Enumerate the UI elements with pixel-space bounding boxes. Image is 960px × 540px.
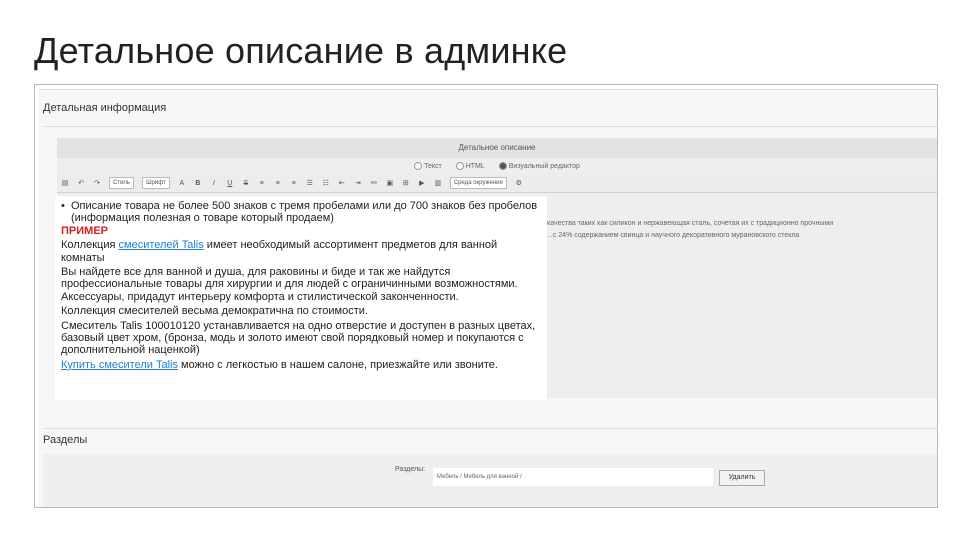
radio-icon	[455, 162, 464, 170]
numbered-list-icon[interactable]: ☷	[320, 179, 332, 187]
section-header-detail: Детальная информация	[43, 102, 167, 114]
link-icon[interactable]: ⚯	[368, 179, 380, 187]
settings-icon[interactable]: ⚙	[513, 179, 525, 187]
environment-select[interactable]: Среда окружения	[449, 177, 507, 189]
video-icon[interactable]: ▶	[416, 179, 428, 187]
paragraph-buy: Купить смесители Talis можно с легкостью…	[61, 358, 498, 371]
align-left-icon[interactable]: ≡	[256, 180, 268, 187]
image-icon[interactable]: ▣	[384, 179, 396, 187]
slide-title: Детальное описание в админке	[34, 30, 568, 71]
mode-visual[interactable]: Визуальный редактор	[498, 162, 580, 170]
preview-line: качества таких как силикон и нержавеющая…	[547, 220, 834, 227]
indent-icon[interactable]: ⇥	[352, 179, 364, 187]
font-size-icon[interactable]: A	[176, 180, 188, 187]
divider	[43, 126, 937, 127]
mode-html[interactable]: HTML	[455, 162, 485, 170]
requirement-bullet: • Описание товара не более 500 знаков с …	[61, 200, 538, 225]
bold-button[interactable]: B	[192, 180, 204, 187]
visual-editor-area[interactable]: • Описание товара не более 500 знаков с …	[55, 196, 547, 400]
paragraph-price: Коллекция смесителей весьма демократична…	[61, 305, 368, 318]
link-talis-mixers[interactable]: смесителей Talis	[119, 239, 204, 251]
sections-label: Разделы:	[395, 466, 426, 473]
redo-icon[interactable]: ↷	[91, 179, 103, 187]
section-header-sections: Разделы	[43, 434, 88, 446]
paragraph-mixer-info: Смеситель Talis 100010120 устанавливаетс…	[61, 319, 536, 357]
toolbar-handle-icon[interactable]: ▤	[59, 179, 71, 187]
outdent-icon[interactable]: ⇤	[336, 179, 348, 187]
link-buy-talis[interactable]: Купить смесители Talis	[61, 359, 178, 371]
table-icon[interactable]: ⊞	[400, 179, 412, 187]
source-text-preview: качества таких как силикон и нержавеющая…	[547, 218, 927, 242]
radio-checked-icon	[498, 162, 507, 170]
font-select[interactable]: Шрифт	[142, 177, 170, 189]
paragraph-collection: Коллекция смесителей Talis имеет необход…	[61, 239, 498, 264]
sections-area: Разделы: Мебель / Мебель для ванной / Уд…	[43, 454, 937, 507]
radio-icon	[414, 162, 423, 170]
preview-line: ...с 24% содержанием свинца и научного д…	[547, 232, 800, 239]
undo-icon[interactable]: ↶	[75, 179, 87, 187]
example-label: ПРИМЕР	[61, 224, 108, 237]
divider	[43, 428, 937, 429]
list-icon[interactable]: ☰	[304, 179, 316, 187]
section-path-field[interactable]: Мебель / Мебель для ванной /	[433, 468, 713, 486]
align-center-icon[interactable]: ≡	[272, 180, 284, 187]
editor-toolbar: ▤ ↶ ↷ Стиль Шрифт A B I U S ≡ ≡ ≡ ☰ ☷ ⇤ …	[57, 174, 937, 193]
strike-button[interactable]: S	[240, 180, 252, 187]
admin-panel: Детальная информация Детальное описание …	[39, 89, 937, 507]
description-title: Детальное описание	[57, 138, 937, 158]
underline-button[interactable]: U	[224, 180, 236, 187]
file-icon[interactable]: ▥	[432, 179, 444, 187]
align-right-icon[interactable]: ≡	[288, 180, 300, 187]
delete-button[interactable]: Удалить	[719, 470, 765, 486]
mode-text[interactable]: Текст	[414, 162, 442, 170]
bullet-icon: •	[61, 200, 65, 212]
editor-mode-switch: Текст HTML Визуальный редактор	[57, 162, 937, 170]
style-select[interactable]: Стиль	[109, 177, 135, 189]
italic-button[interactable]: I	[208, 180, 220, 187]
paragraph-assortment: Вы найдете все для ванной и душа, для ра…	[61, 266, 518, 303]
admin-screenshot: Детальная информация Детальное описание …	[34, 84, 938, 508]
